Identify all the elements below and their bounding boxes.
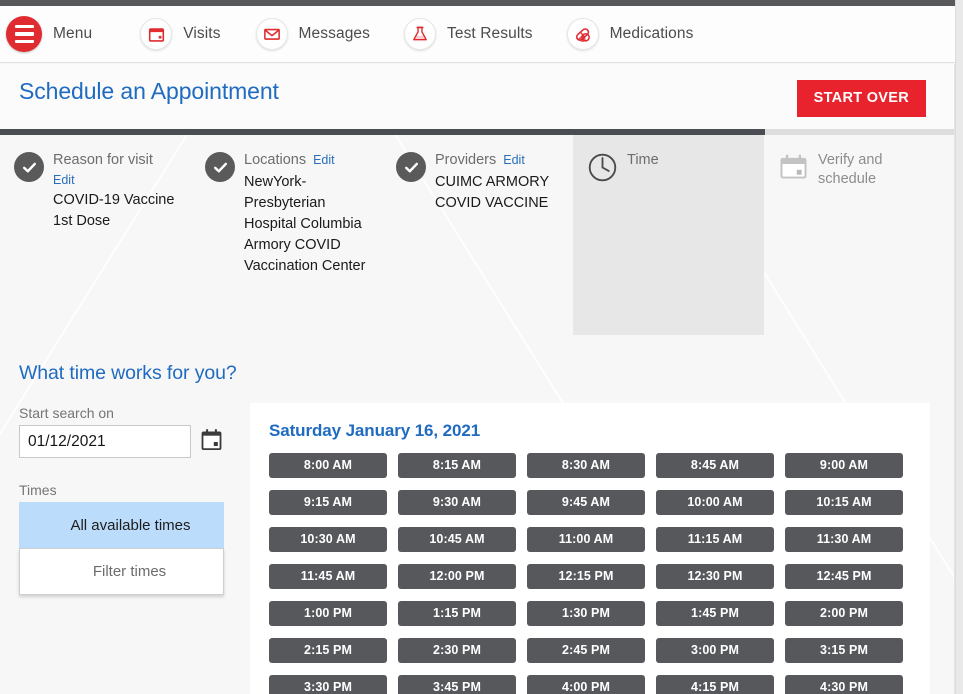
- nav-label-menu: Menu: [53, 25, 93, 42]
- wizard-step-title: Time: [627, 152, 659, 168]
- time-slot-button[interactable]: 1:45 PM: [656, 601, 774, 626]
- time-slot-button[interactable]: 3:00 PM: [656, 638, 774, 663]
- nav-label-medications: Medications: [609, 25, 694, 42]
- time-slot-button[interactable]: 11:30 AM: [785, 527, 903, 552]
- results-card: Saturday January 16, 2021 8:00 AM 8:15 AM…: [250, 403, 930, 694]
- time-slot-button[interactable]: 3:45 PM: [398, 675, 516, 694]
- check-circle-icon: [14, 152, 44, 182]
- time-slot-grid: 8:00 AM 8:15 AM 8:30 AM 8:45 AM 9:00 AM 9:15 …: [269, 453, 930, 694]
- time-slot-button[interactable]: 2:15 PM: [269, 638, 387, 663]
- time-slot-button[interactable]: 11:45 AM: [269, 564, 387, 589]
- time-slot-button[interactable]: 10:45 AM: [398, 527, 516, 552]
- wizard-step-title: Reason for visit: [53, 152, 153, 168]
- nav-item-messages[interactable]: Messages: [255, 6, 370, 62]
- time-slot-button[interactable]: 2:45 PM: [527, 638, 645, 663]
- wizard-step-title: Locations: [244, 152, 307, 168]
- wizard-step-locations[interactable]: Locations Edit NewYork-Presbyterian Hosp…: [191, 135, 382, 335]
- wizard-step-reason-for-visit[interactable]: Reason for visit Edit COVID-19 Vaccine 1…: [0, 135, 191, 335]
- wizard-step-edit-link[interactable]: Edit: [503, 153, 525, 167]
- filter-column: Start search on Times A: [19, 405, 231, 595]
- wizard-steps: Reason for visit Edit COVID-19 Vaccine 1…: [0, 129, 955, 335]
- calendar-icon: [140, 18, 173, 50]
- main-content: What time works for you? Start search on: [0, 345, 963, 694]
- page-title: Schedule an Appointment: [19, 78, 279, 104]
- start-search-date-input[interactable]: [19, 425, 191, 458]
- wizard-step-time[interactable]: Time: [573, 135, 764, 335]
- app-window: Menu Visits Messages Test Results Medica…: [0, 0, 963, 694]
- time-slot-button[interactable]: 9:30 AM: [398, 490, 516, 515]
- time-slot-button[interactable]: 12:00 PM: [398, 564, 516, 589]
- wizard-step-value: NewYork-Presbyterian Hospital Columbia A…: [244, 173, 366, 275]
- time-slot-button[interactable]: 10:15 AM: [785, 490, 903, 515]
- start-search-label: Start search on: [19, 405, 114, 421]
- wizard-step-edit-link[interactable]: Edit: [313, 153, 335, 167]
- nav-label-messages: Messages: [298, 25, 370, 42]
- window-scrollbar-gutter[interactable]: [955, 0, 963, 694]
- nav-item-medications[interactable]: Medications: [566, 6, 694, 62]
- start-over-button[interactable]: START OVER: [796, 80, 926, 117]
- results-date-heading: Saturday January 16, 2021: [269, 421, 481, 440]
- calendar-picker-icon: [200, 428, 223, 455]
- time-slot-button[interactable]: 12:15 PM: [527, 564, 645, 589]
- hamburger-menu-icon[interactable]: [6, 16, 42, 52]
- all-available-times-button[interactable]: All available times: [19, 502, 224, 548]
- check-circle-icon: [205, 152, 235, 182]
- time-slot-button[interactable]: 4:00 PM: [527, 675, 645, 694]
- time-slot-button[interactable]: 11:15 AM: [656, 527, 774, 552]
- check-circle-icon: [396, 152, 426, 182]
- time-slot-button[interactable]: 9:15 AM: [269, 490, 387, 515]
- time-slot-button[interactable]: 1:30 PM: [527, 601, 645, 626]
- time-slot-button[interactable]: 2:30 PM: [398, 638, 516, 663]
- clock-icon: [587, 152, 618, 188]
- time-slot-button[interactable]: 4:30 PM: [785, 675, 903, 694]
- time-slot-button[interactable]: 1:00 PM: [269, 601, 387, 626]
- time-slot-button[interactable]: 3:30 PM: [269, 675, 387, 694]
- time-slot-button[interactable]: 9:00 AM: [785, 453, 903, 478]
- time-slot-button[interactable]: 8:30 AM: [527, 453, 645, 478]
- time-slot-button[interactable]: 10:30 AM: [269, 527, 387, 552]
- time-slot-button[interactable]: 8:45 AM: [656, 453, 774, 478]
- wizard-step-edit-link[interactable]: Edit: [53, 173, 75, 187]
- wizard-step-value: CUIMC ARMORY COVID VACCINE: [435, 173, 549, 211]
- calendar-picker-button[interactable]: [200, 428, 223, 455]
- date-row: [19, 425, 231, 458]
- nav-label-visits: Visits: [183, 25, 221, 42]
- flask-icon: [404, 18, 436, 50]
- time-slot-button[interactable]: 12:45 PM: [785, 564, 903, 589]
- nav-item-visits[interactable]: Visits: [140, 6, 220, 62]
- time-slot-button[interactable]: 10:00 AM: [656, 490, 774, 515]
- time-slot-button[interactable]: 8:15 AM: [398, 453, 516, 478]
- top-navigation-bar: Menu Visits Messages Test Results Medica…: [0, 6, 963, 63]
- time-slot-button[interactable]: 9:45 AM: [527, 490, 645, 515]
- time-slot-button[interactable]: 4:15 PM: [656, 675, 774, 694]
- time-slot-button[interactable]: 1:15 PM: [398, 601, 516, 626]
- time-slot-button[interactable]: 12:30 PM: [656, 564, 774, 589]
- time-slot-button[interactable]: 2:00 PM: [785, 601, 903, 626]
- time-slot-button[interactable]: 11:00 AM: [527, 527, 645, 552]
- filter-times-button[interactable]: Filter times: [19, 548, 224, 595]
- wizard-step-value: COVID-19 Vaccine 1st Dose: [53, 191, 175, 229]
- wizard-step-providers[interactable]: Providers Edit CUIMC ARMORY COVID VACCIN…: [382, 135, 573, 335]
- calendar-icon: [778, 152, 809, 188]
- wizard-step-verify-and-schedule[interactable]: Verify and schedule: [764, 135, 955, 335]
- wizard-step-title: Providers: [435, 152, 497, 168]
- wizard-step-title: Verify and schedule: [818, 152, 883, 187]
- time-slot-button[interactable]: 8:00 AM: [269, 453, 387, 478]
- nav-item-menu[interactable]: Menu: [6, 6, 92, 62]
- nav-item-test-results[interactable]: Test Results: [404, 6, 533, 62]
- pills-icon: [566, 18, 599, 50]
- section-title: What time works for you?: [19, 362, 237, 384]
- chrome-top-bar: [0, 0, 963, 6]
- nav-label-test-results: Test Results: [447, 25, 533, 42]
- times-label: Times: [19, 482, 57, 498]
- envelope-icon: [255, 18, 288, 50]
- page-header: Schedule an Appointment START OVER: [0, 64, 955, 129]
- time-slot-button[interactable]: 3:15 PM: [785, 638, 903, 663]
